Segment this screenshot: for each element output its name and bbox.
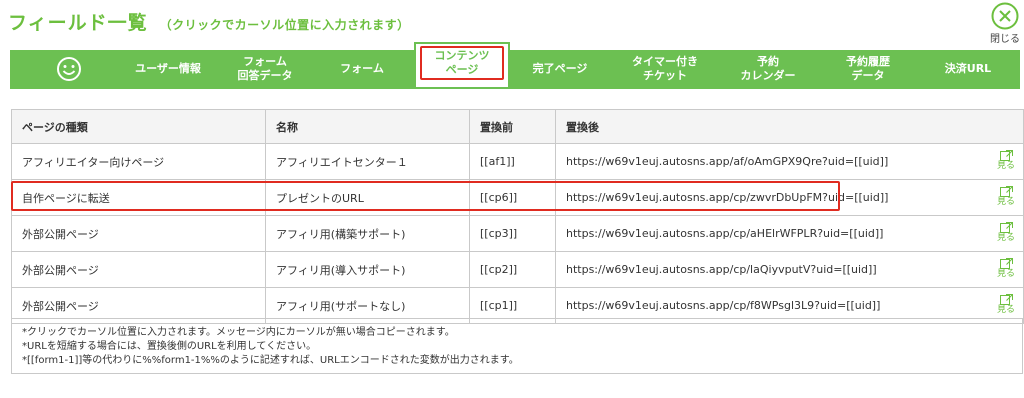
close-label: 閉じる bbox=[990, 34, 1020, 45]
tab-reservation-calendar[interactable]: 予約 カレンダー bbox=[716, 50, 820, 87]
header-page-type: ページの種類 bbox=[11, 109, 266, 144]
close-circle-icon bbox=[991, 2, 1019, 30]
smiley-icon bbox=[57, 56, 81, 81]
table-row[interactable]: 自作ページに転送 プレゼントのURL [[cp6]] https://w69v1… bbox=[11, 179, 1024, 216]
page-name: プレゼントのURL bbox=[265, 179, 470, 216]
replace-code[interactable]: [[cp2]] bbox=[469, 251, 556, 288]
header-before: 置換前 bbox=[469, 109, 556, 144]
tab-form-answers[interactable]: フォーム 回答データ bbox=[222, 50, 308, 87]
page-type: 外部公開ページ bbox=[11, 251, 266, 288]
table-row[interactable]: 外部公開ページ アフィリ用(構築サポート) [[cp3]] https://w6… bbox=[11, 215, 1024, 252]
header-name: 名称 bbox=[265, 109, 470, 144]
replace-url[interactable]: https://w69v1euj.autosns.app/cp/laQiyvpu… bbox=[566, 263, 877, 276]
note-line: *[[form1-1]]等の代わりに%%form1-1%%のように記述すれば、U… bbox=[22, 355, 519, 366]
notes-box: *クリックでカーソル位置に入力されます。メッセージ内にカーソルが無い場合コピーさ… bbox=[11, 318, 1023, 374]
view-label: 見る bbox=[996, 305, 1015, 315]
tab-reservation-history[interactable]: 予約履歴 データ bbox=[820, 50, 916, 87]
header-after: 置換後 bbox=[555, 109, 1024, 144]
tab-bar: ユーザー情報 フォーム 回答データ フォーム コンテンツ ページ 完了ページ タ… bbox=[10, 42, 1020, 87]
tab-content-pages-label: コンテンツ ページ bbox=[420, 46, 504, 80]
page-subtitle: （クリックでカーソル位置に入力されます） bbox=[159, 18, 410, 32]
view-link[interactable]: 見る bbox=[995, 186, 1017, 207]
tab-content-pages[interactable]: コンテンツ ページ bbox=[414, 42, 510, 87]
view-label: 見る bbox=[996, 161, 1015, 171]
replace-url[interactable]: https://w69v1euj.autosns.app/af/oAmGPX9Q… bbox=[566, 155, 888, 168]
tab-timer-ticket[interactable]: タイマー付き チケット bbox=[610, 50, 720, 87]
replace-code[interactable]: [[cp3]] bbox=[469, 215, 556, 252]
external-link-icon bbox=[999, 258, 1013, 269]
page-type-link[interactable]: アフィリエイター向けページ bbox=[11, 143, 266, 180]
replace-url-cell: https://w69v1euj.autosns.app/cp/laQiyvpu… bbox=[555, 251, 1024, 288]
table-header-row: ページの種類 名称 置換前 置換後 bbox=[11, 109, 1024, 144]
fields-table: ページの種類 名称 置換前 置換後 アフィリエイター向けページ アフィリエイトセ… bbox=[11, 109, 1024, 324]
page-name: アフィリ用(構築サポート) bbox=[265, 215, 470, 252]
replace-url-cell: https://w69v1euj.autosns.app/cp/aHElrWFP… bbox=[555, 215, 1024, 252]
view-label: 見る bbox=[996, 197, 1015, 207]
note-line: *URLを短縮する場合には、置換後側のURLを利用してください。 bbox=[22, 341, 317, 352]
close-button[interactable]: 閉じる bbox=[988, 2, 1022, 45]
page-header: フィールド一覧 （クリックでカーソル位置に入力されます） bbox=[8, 8, 410, 38]
page-type: 外部公開ページ bbox=[11, 215, 266, 252]
note-line: *クリックでカーソル位置に入力されます。メッセージ内にカーソルが無い場合コピーさ… bbox=[22, 327, 455, 338]
tab-complete-page[interactable]: 完了ページ bbox=[514, 50, 606, 87]
table-row[interactable]: アフィリエイター向けページ アフィリエイトセンター１ [[af1]] https… bbox=[11, 143, 1024, 180]
external-link-icon bbox=[999, 150, 1013, 161]
page-type: 自作ページに転送 bbox=[11, 179, 266, 216]
tab-emoji[interactable] bbox=[28, 50, 110, 87]
replace-url[interactable]: https://w69v1euj.autosns.app/cp/f8WPsgl3… bbox=[566, 299, 880, 312]
view-label: 見る bbox=[996, 269, 1015, 279]
page-name: アフィリ用(導入サポート) bbox=[265, 251, 470, 288]
external-link-icon bbox=[999, 294, 1013, 305]
external-link-icon bbox=[999, 222, 1013, 233]
view-link[interactable]: 見る bbox=[995, 294, 1017, 315]
view-label: 見る bbox=[996, 233, 1015, 243]
view-link[interactable]: 見る bbox=[995, 258, 1017, 279]
tab-payment-url[interactable]: 決済URL bbox=[916, 50, 1020, 87]
tab-form[interactable]: フォーム bbox=[312, 50, 412, 87]
page-name: アフィリエイトセンター１ bbox=[265, 143, 470, 180]
table-row[interactable]: 外部公開ページ アフィリ用(導入サポート) [[cp2]] https://w6… bbox=[11, 251, 1024, 288]
view-link[interactable]: 見る bbox=[995, 222, 1017, 243]
replace-url[interactable]: https://w69v1euj.autosns.app/cp/aHElrWFP… bbox=[566, 227, 883, 240]
external-link-icon bbox=[999, 186, 1013, 197]
replace-url[interactable]: https://w69v1euj.autosns.app/cp/zwvrDbUp… bbox=[566, 191, 888, 204]
replace-url-cell: https://w69v1euj.autosns.app/af/oAmGPX9Q… bbox=[555, 143, 1024, 180]
page-title: フィールド一覧 bbox=[8, 12, 148, 34]
view-link[interactable]: 見る bbox=[995, 150, 1017, 171]
replace-code[interactable]: [[af1]] bbox=[469, 143, 556, 180]
tab-user-info[interactable]: ユーザー情報 bbox=[118, 50, 218, 87]
replace-code[interactable]: [[cp6]] bbox=[469, 179, 556, 216]
replace-url-cell: https://w69v1euj.autosns.app/cp/zwvrDbUp… bbox=[555, 179, 1024, 216]
tab-underline bbox=[10, 87, 1020, 89]
